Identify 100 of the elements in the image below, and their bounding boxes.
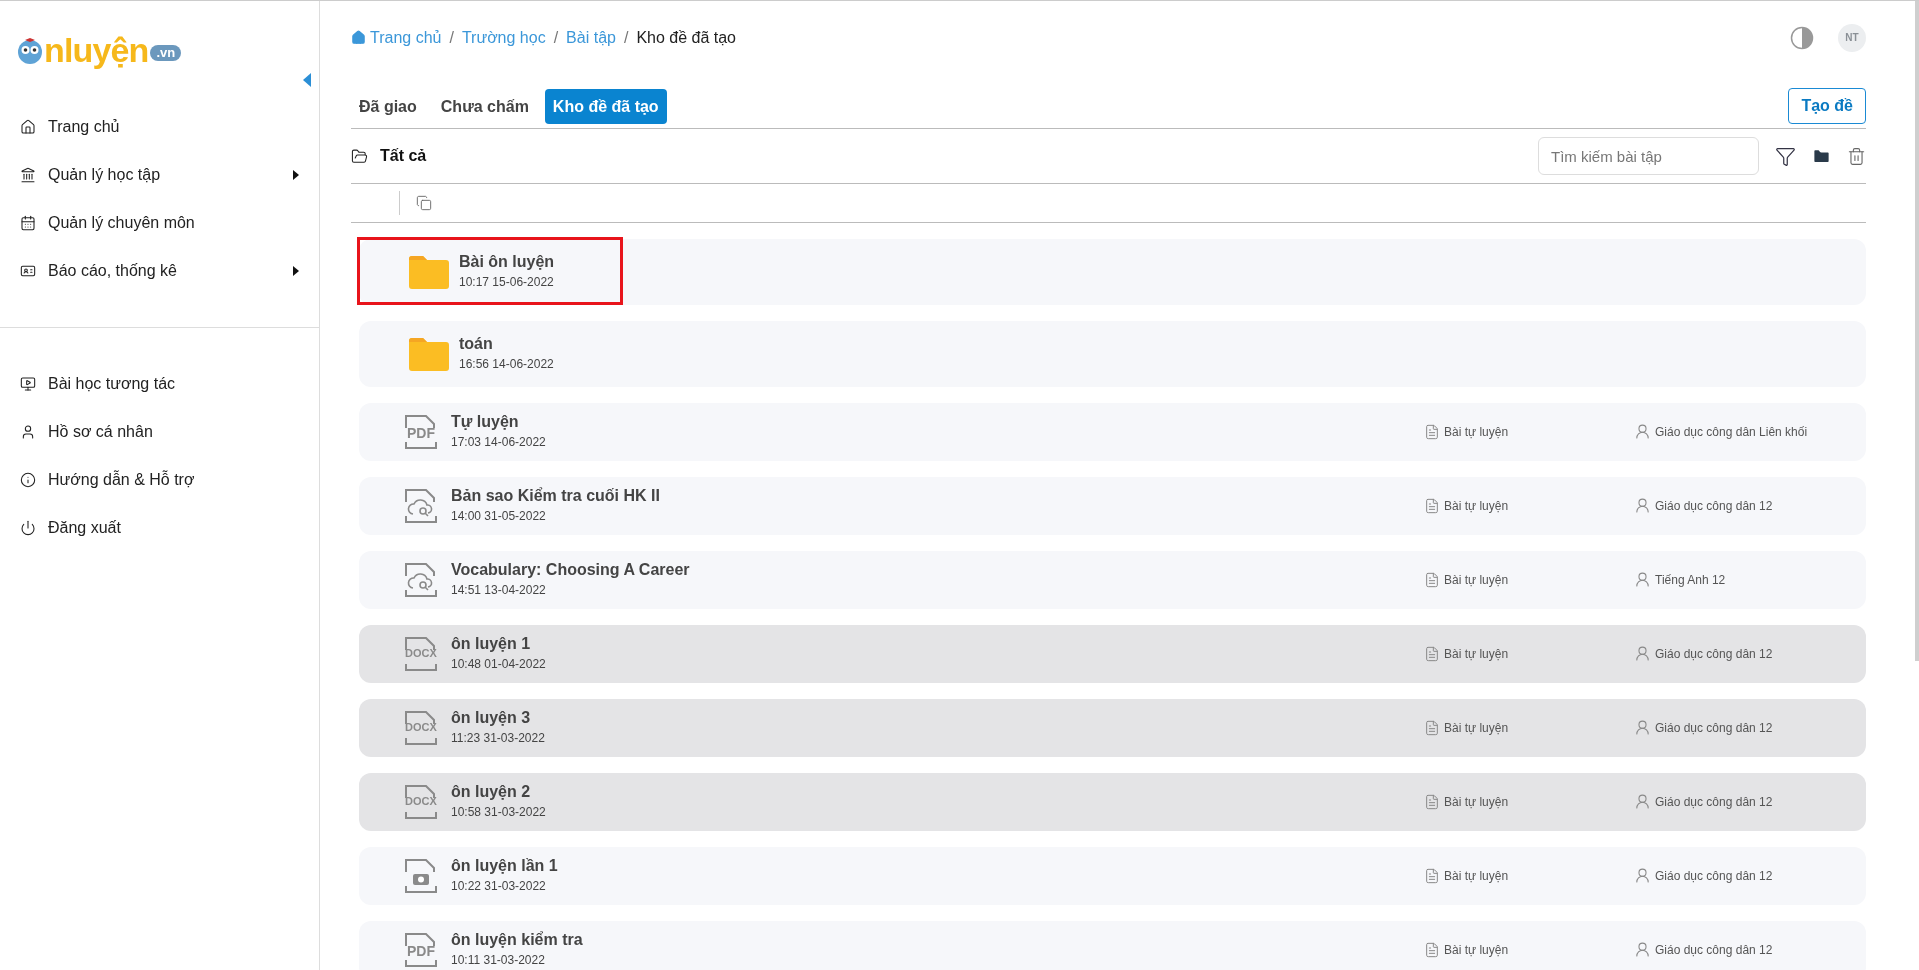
user-list-icon (1634, 423, 1651, 441)
item-subject: Giáo dục công dân Liên khối (1655, 424, 1808, 441)
item-time: 14:51 13-04-2022 (451, 582, 547, 599)
item-name: Tự luyện (451, 412, 520, 432)
tab[interactable]: Kho đề đã tạo (544, 89, 667, 125)
item-name: ôn luyện 1 (451, 634, 532, 654)
item-category: Bài tự luyện (1444, 646, 1509, 663)
item-subject: Giáo dục công dân 12 (1655, 646, 1773, 663)
item-time: 10:22 31-03-2022 (451, 878, 547, 895)
home-icon (20, 119, 36, 135)
tab[interactable]: Đã giao (351, 89, 425, 125)
item-category: Bài tự luyện (1444, 498, 1509, 515)
info-icon (20, 472, 36, 488)
user-list-icon (1634, 571, 1651, 589)
item-time: 16:56 14-06-2022 (459, 356, 554, 373)
breadcrumb-separator: / (449, 27, 454, 48)
user-list-icon (1634, 793, 1651, 811)
item-name: Bản sao Kiểm tra cuối HK II (451, 486, 660, 506)
exercise-row[interactable]: DOCX ôn luyện 2 10:58 31-03-2022 Bài tự luyện Giáo dục công dân 12 (359, 773, 1866, 831)
sidebar-item[interactable]: Hồ sơ cá nhân (0, 408, 319, 456)
filter-icon[interactable] (1775, 145, 1796, 167)
document-icon (1424, 646, 1440, 662)
user-list-icon (1634, 719, 1651, 737)
item-category: Bài tự luyện (1444, 720, 1509, 737)
collapse-arrow-icon[interactable] (303, 73, 311, 87)
document-icon (1424, 498, 1440, 514)
exercise-row[interactable]: DOCX ôn luyện 3 11:23 31-03-2022 Bài tự luyện Giáo dục công dân 12 (359, 699, 1866, 757)
search-field[interactable]: Tìm kiếm bài tập (1538, 137, 1759, 176)
document-icon (1424, 424, 1440, 440)
power-icon (20, 520, 36, 536)
calendar-icon (20, 215, 36, 231)
item-time: 11:23 31-03-2022 (451, 730, 545, 747)
breadcrumb-separator: / (623, 27, 629, 48)
folder-row[interactable]: toán 16:56 14-06-2022 (359, 321, 1866, 387)
building-icon (20, 167, 36, 183)
exercise-row[interactable]: DOCX ôn luyện 1 10:48 01-04-2022 Bài tự luyện Giáo dục công dân 12 (359, 625, 1866, 683)
user-list-icon (1634, 867, 1651, 885)
document-icon (1424, 572, 1440, 588)
owl-logo-icon (16, 37, 44, 65)
home-icon (351, 30, 366, 46)
item-category: Bài tự luyện (1444, 942, 1509, 959)
sidebar-item[interactable]: Báo cáo, thống kê (0, 247, 319, 295)
user-list-icon (1634, 497, 1651, 515)
sidebar-item[interactable]: Quản lý chuyên môn (0, 199, 319, 247)
item-name: ôn luyện kiểm tra (451, 930, 583, 950)
copy-icon[interactable] (416, 195, 432, 212)
item-category: Bài tự luyện (1444, 572, 1509, 589)
item-subject: Tiếng Anh 12 (1655, 572, 1726, 589)
item-subject: Giáo dục công dân 12 (1655, 868, 1773, 885)
item-name: ôn luyện 3 (451, 708, 532, 728)
item-name: Vocabulary: Choosing A Career (451, 560, 690, 580)
item-name: ôn luyện lần 1 (451, 856, 558, 876)
breadcrumb-current: Kho đề đã tạo (636, 27, 736, 48)
user-list-icon (1634, 645, 1651, 663)
folder-row[interactable]: Bài ôn luyện 10:17 15-06-2022 (359, 239, 1866, 305)
report-icon (20, 263, 36, 279)
sidebar-item[interactable]: Hướng dẫn & Hỗ trợ (0, 456, 319, 504)
sidebar-item[interactable]: Bài học tương tác (0, 360, 319, 408)
user-icon (20, 424, 36, 440)
item-time: 14:00 31-05-2022 (451, 508, 547, 525)
item-time: 10:17 15-06-2022 (459, 274, 555, 291)
item-name: toán (459, 334, 494, 354)
folder-icon (407, 254, 451, 290)
exercise-row[interactable]: Bản sao Kiểm tra cuối HK II 14:00 31-05-2022 Bài tự luyện Giáo dục công dân 12 (359, 477, 1866, 535)
sidebar-item[interactable]: Trang chủ (0, 103, 319, 151)
item-category: Bài tự luyện (1444, 794, 1509, 811)
exercise-row[interactable]: Vocabulary: Choosing A Career 14:51 13-04-2022 Bài tự luyện Tiếng Anh 12 (359, 551, 1866, 609)
document-icon (1424, 868, 1440, 884)
sidebar-item[interactable]: Quản lý học tập (0, 151, 319, 199)
camera-file-icon (403, 856, 439, 896)
item-name: ôn luyện 2 (451, 782, 532, 802)
document-icon (1424, 720, 1440, 736)
item-time: 17:03 14-06-2022 (451, 434, 546, 451)
item-subject: Giáo dục công dân 12 (1655, 942, 1773, 959)
monitor-icon (20, 376, 36, 392)
item-time: 10:58 31-03-2022 (451, 804, 546, 821)
user-list-icon (1634, 941, 1651, 959)
exercise-row[interactable]: ôn luyện lần 1 10:22 31-03-2022 Bài tự luyện Giáo dục công dân 12 (359, 847, 1866, 905)
item-subject: Giáo dục công dân 12 (1655, 498, 1773, 515)
folder-open-icon (351, 147, 368, 165)
trash-icon[interactable] (1847, 146, 1866, 166)
item-category: Bài tự luyện (1444, 424, 1509, 441)
create-button[interactable]: Tạo đề (1788, 88, 1866, 125)
sidebar-item[interactable]: Đăng xuất (0, 504, 319, 552)
logo-domain: .vn (150, 45, 182, 61)
item-subject: Giáo dục công dân 12 (1655, 794, 1773, 811)
item-time: 10:48 01-04-2022 (451, 656, 546, 673)
item-time: 10:11 31-03-2022 (451, 952, 546, 969)
folder-icon (407, 336, 451, 372)
item-category: Bài tự luyện (1444, 868, 1509, 885)
breadcrumb-separator: / (553, 27, 559, 48)
item-name: Bài ôn luyện (459, 252, 555, 272)
document-icon (1424, 794, 1440, 810)
folder-label[interactable]: Tất cả (380, 144, 427, 169)
item-subject: Giáo dục công dân 12 (1655, 720, 1773, 737)
document-icon (1424, 942, 1440, 958)
contrast-icon[interactable] (1790, 25, 1814, 50)
cloud-file-icon (403, 560, 439, 600)
cloud-file-icon (403, 486, 439, 526)
tab[interactable]: Chưa chấm (432, 89, 537, 125)
